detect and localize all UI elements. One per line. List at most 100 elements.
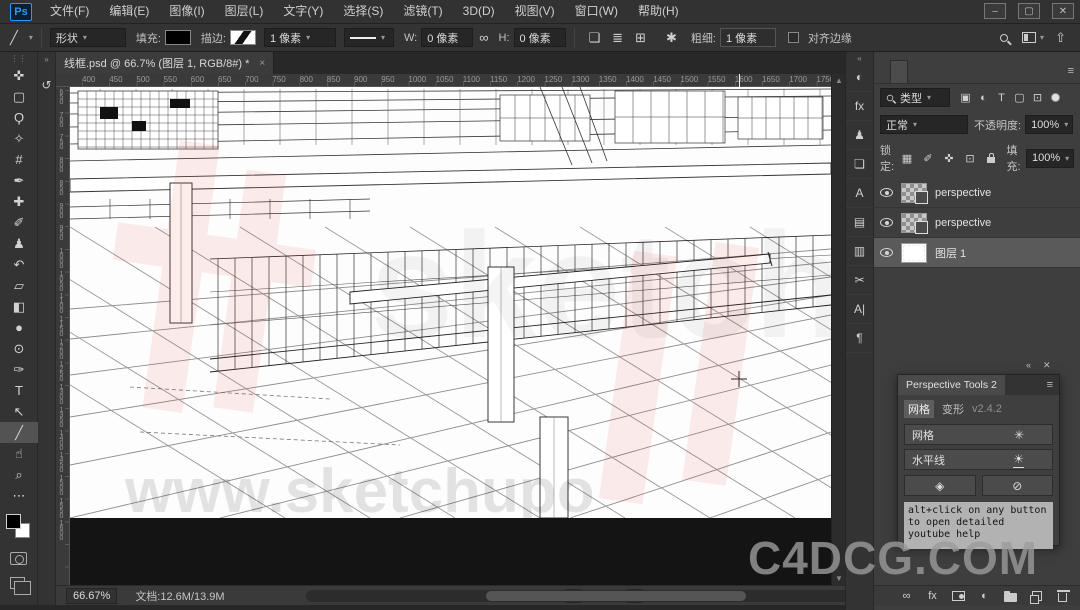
filter-type-icon[interactable]: T — [994, 91, 1009, 104]
new-adjustment-icon[interactable]: ◐ — [977, 590, 992, 602]
tool-preset-caret-icon[interactable]: ▾ — [29, 33, 33, 42]
screen-mode-button[interactable] — [10, 577, 25, 589]
stroke-swatch[interactable] — [230, 30, 256, 45]
pt2-collapse-icon[interactable]: « — [1026, 360, 1031, 371]
stroke-type-select[interactable]: ▾ — [344, 28, 394, 47]
menu-item[interactable]: 文字(Y) — [273, 0, 333, 23]
pt2-menu-icon[interactable]: ≡ — [1047, 379, 1053, 391]
lock-pixels-icon[interactable]: ✐ — [921, 152, 936, 165]
close-button[interactable]: ✕ — [1052, 3, 1074, 19]
lock-transparent-icon[interactable]: ▦ — [900, 152, 915, 165]
crop-tool[interactable]: # — [0, 149, 38, 170]
expand-dock-icon[interactable]: » — [38, 55, 55, 64]
link-dimensions-icon[interactable]: ∞ — [479, 30, 488, 45]
height-input[interactable]: 0 像素 — [514, 28, 566, 47]
fill-swatch[interactable] — [165, 30, 191, 45]
filter-shape-icon[interactable]: ▢ — [1012, 91, 1027, 104]
notes-icon[interactable]: ▥ — [846, 237, 873, 266]
eraser-tool[interactable]: ▱ — [0, 275, 38, 296]
lock-position-icon[interactable]: ✜ — [942, 152, 957, 165]
path-operations-icon[interactable]: ❏ — [589, 30, 601, 46]
type-tool[interactable]: T — [0, 380, 38, 401]
path-alignment-icon[interactable]: ≣ — [612, 30, 623, 46]
align-edges-checkbox[interactable] — [788, 32, 799, 43]
hand-tool[interactable]: ☝ — [0, 443, 38, 464]
libraries-icon[interactable]: ▤ — [846, 208, 873, 237]
visibility-eye-icon[interactable] — [880, 188, 893, 197]
visibility-eye-icon[interactable] — [880, 218, 893, 227]
menu-item[interactable]: 窗口(W) — [565, 0, 628, 23]
panel-tab[interactable] — [924, 60, 940, 83]
pt2-fill-button[interactable]: ◈ — [904, 475, 976, 496]
gradient-tool[interactable]: ◧ — [0, 296, 38, 317]
color-swatches[interactable] — [6, 514, 32, 540]
pt2-horizon-button[interactable]: 水平线 ☀ — [904, 449, 1053, 470]
lock-artboard-icon[interactable]: ⊡ — [963, 152, 978, 165]
layer-comps-icon[interactable]: ❏ — [846, 150, 873, 179]
panel-menu-icon[interactable]: ≡ — [1068, 65, 1074, 77]
delete-layer-icon[interactable] — [1055, 589, 1070, 602]
pt2-title-tab[interactable]: Perspective Tools 2 — [898, 375, 1005, 395]
canvas-area[interactable]: sketchwww.sketchupo — [70, 87, 831, 518]
brush-tool[interactable]: ✐ — [0, 212, 38, 233]
filter-toggle[interactable] — [1051, 93, 1060, 102]
menu-item[interactable]: 选择(S) — [333, 0, 393, 23]
tools-panel-icon[interactable]: ✂ — [846, 266, 873, 295]
pt2-close-icon[interactable]: ✕ — [1043, 360, 1051, 371]
zoom-tool[interactable]: ⌕ — [0, 464, 38, 485]
layer-style-icon[interactable]: fx — [925, 590, 940, 602]
document-tab[interactable]: 线框.psd @ 66.7% (图层 1, RGB/8#) * × — [56, 52, 274, 74]
menu-item[interactable]: 帮助(H) — [628, 0, 689, 23]
panel-tab[interactable] — [890, 60, 908, 83]
layer-thumbnail[interactable] — [901, 183, 927, 203]
fill-opacity-field[interactable]: 100%▾ — [1026, 149, 1074, 168]
line-tool[interactable]: ╱ — [0, 422, 38, 443]
menu-item[interactable]: 编辑(E) — [99, 0, 159, 23]
menu-item[interactable]: 文件(F) — [40, 0, 99, 23]
minimize-button[interactable]: – — [984, 3, 1006, 19]
menu-item[interactable]: 滤镜(T) — [393, 0, 452, 23]
tools-ellipsis-icon[interactable]: ⋯ — [0, 485, 38, 506]
marquee-tool[interactable]: ▢ — [0, 86, 38, 107]
panel-tab[interactable] — [908, 60, 924, 83]
clone-source-icon[interactable]: ♟ — [846, 121, 873, 150]
menu-item[interactable]: 视图(V) — [505, 0, 565, 23]
pen-tool[interactable]: ✑ — [0, 359, 38, 380]
layer-thumbnail[interactable] — [901, 213, 927, 233]
layer-thumbnail[interactable] — [901, 243, 927, 263]
new-group-icon[interactable] — [1003, 590, 1018, 602]
stroke-width-select[interactable]: 1 像素▾ — [264, 28, 336, 47]
history-brush-tool[interactable]: ↶ — [0, 254, 38, 275]
new-layer-icon[interactable] — [1029, 591, 1044, 601]
share-icon[interactable]: ⇧ — [1055, 30, 1066, 46]
visibility-eye-icon[interactable] — [880, 248, 893, 257]
pt2-tab-grid[interactable]: 网格 — [904, 400, 934, 418]
path-select-tool[interactable]: ↖ — [0, 401, 38, 422]
width-input[interactable]: 0 像素 — [421, 28, 473, 47]
link-layers-icon[interactable]: ∞ — [899, 590, 914, 602]
history-panel-icon[interactable]: ↺ — [38, 78, 55, 92]
quick-mask-button[interactable] — [10, 552, 27, 565]
gear-icon[interactable]: ✱ — [666, 30, 677, 46]
workspace-icon[interactable] — [1022, 32, 1036, 43]
menu-item[interactable]: 图层(L) — [215, 0, 274, 23]
pt2-hide-button[interactable]: ⊘ — [982, 475, 1054, 496]
add-mask-icon[interactable] — [951, 591, 966, 601]
horizontal-scroll-thumb[interactable] — [486, 591, 746, 601]
dodge-tool[interactable]: ⊙ — [0, 338, 38, 359]
tab-close-icon[interactable]: × — [259, 58, 265, 69]
pt2-tab-warp[interactable]: 变形 — [942, 401, 964, 417]
blend-mode-select[interactable]: 正常▾ — [880, 115, 968, 134]
opacity-field[interactable]: 100%▾ — [1025, 115, 1073, 134]
healing-brush-tool[interactable]: ✚ — [0, 191, 38, 212]
panel-tab[interactable] — [874, 60, 890, 83]
vertical-scrollbar[interactable]: ▲ ▼ — [831, 74, 845, 585]
filter-adjustment-icon[interactable]: ◐ — [976, 91, 991, 104]
menu-item[interactable]: 图像(I) — [159, 0, 214, 23]
weight-input[interactable]: 1 像素 — [720, 28, 776, 47]
workspace-caret-icon[interactable]: ▾ — [1040, 33, 1044, 42]
move-tool[interactable]: ✜ — [0, 65, 38, 86]
adjustments-icon[interactable]: ◐ — [846, 63, 873, 92]
collapse-dock-icon[interactable]: « — [846, 54, 873, 63]
maximize-button[interactable]: ▢ — [1018, 3, 1040, 19]
